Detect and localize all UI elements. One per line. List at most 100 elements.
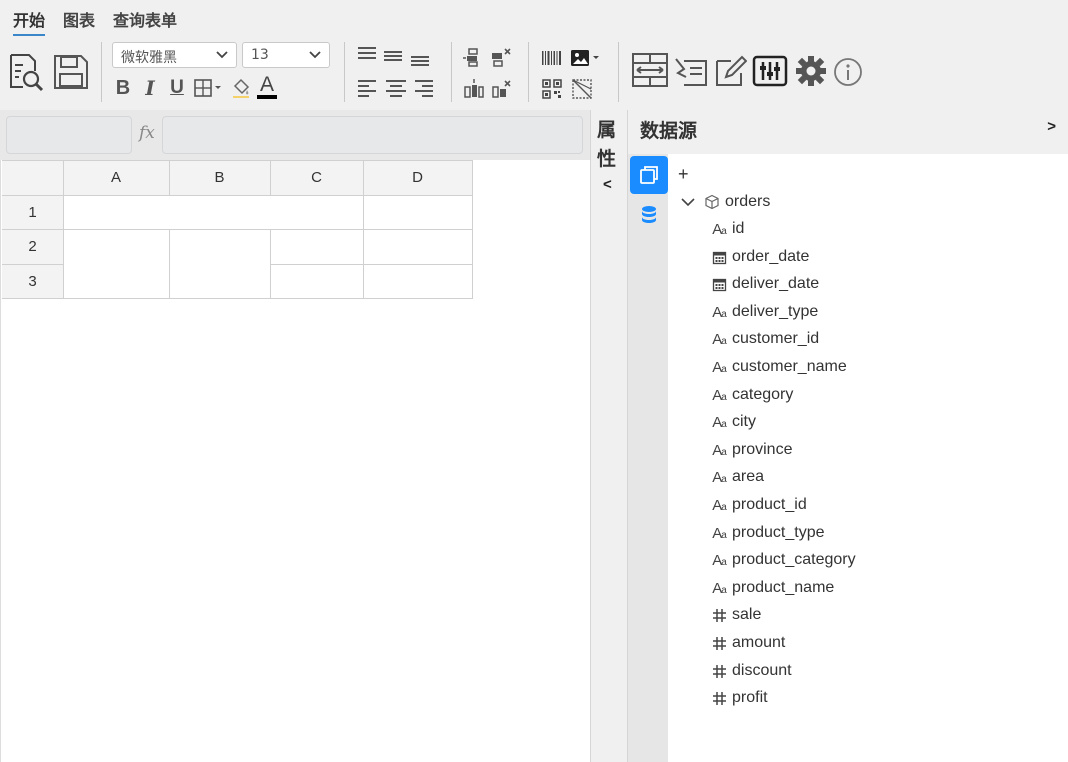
field-item-deliver-type[interactable]: Aa deliver_type	[711, 300, 818, 324]
dataset-tree: + orders Aa id order_date deliver_date Aa del…	[668, 154, 1068, 762]
field-item-customer-id[interactable]: Aa customer_id	[711, 327, 819, 351]
field-item-id[interactable]: Aa id	[711, 217, 744, 241]
tab-start[interactable]: 开始	[13, 7, 46, 37]
field-item-product-id[interactable]: Aa product_id	[711, 493, 807, 517]
insert-row-button[interactable]	[462, 46, 486, 68]
dataset-name: orders	[725, 193, 771, 210]
insert-column-icon	[464, 79, 484, 98]
field-item-product-category[interactable]: Aa product_category	[711, 548, 855, 572]
field-name: deliver_type	[732, 303, 819, 320]
column-header-b[interactable]: B	[169, 160, 270, 195]
cell-d1[interactable]	[363, 195, 472, 229]
spreadsheet-grid[interactable]: A B C D 1 2 3	[0, 160, 590, 762]
menu-bar: 开始 图表 查询表单	[0, 0, 1068, 37]
save-button[interactable]	[51, 50, 91, 94]
save-icon	[54, 55, 88, 89]
tab-chart[interactable]: 图表	[63, 7, 95, 31]
delete-row-button[interactable]	[489, 46, 513, 68]
hash-icon	[711, 635, 727, 651]
info-button[interactable]	[832, 56, 864, 88]
barcode-button[interactable]	[540, 48, 564, 68]
delete-column-button[interactable]	[489, 78, 513, 100]
slash-header-button[interactable]	[570, 78, 594, 100]
font-size-select[interactable]: 13	[242, 42, 330, 68]
hash-icon	[711, 607, 727, 623]
field-item-profit[interactable]: profit	[711, 686, 768, 710]
bold-button[interactable]: B	[112, 76, 134, 100]
tab-query-form[interactable]: 查询表单	[113, 7, 177, 31]
cell-d3[interactable]	[363, 264, 472, 298]
field-item-order-date[interactable]: order_date	[711, 245, 809, 269]
field-item-product-type[interactable]: Aa product_type	[711, 521, 824, 545]
field-item-area[interactable]: Aa area	[711, 465, 764, 489]
field-item-discount[interactable]: discount	[711, 659, 792, 683]
font-family-select[interactable]: 微软雅黑	[112, 42, 237, 68]
align-center-button[interactable]	[384, 78, 408, 98]
chevron-down-icon[interactable]	[680, 194, 696, 210]
row-header-1[interactable]: 1	[2, 195, 63, 229]
add-dataset-button[interactable]: +	[678, 164, 689, 185]
formula-input[interactable]	[162, 116, 583, 154]
align-bottom-button[interactable]	[409, 50, 431, 68]
cell-name-box[interactable]	[6, 116, 132, 154]
column-header-a[interactable]: A	[63, 160, 169, 195]
field-item-category[interactable]: Aa category	[711, 383, 793, 407]
column-width-button[interactable]	[630, 50, 670, 90]
insert-column-button[interactable]	[462, 78, 486, 100]
database-tab-button[interactable]	[630, 196, 668, 234]
text-type-icon: Aa	[712, 330, 726, 348]
column-header-d[interactable]: D	[363, 160, 472, 195]
dataset-tab-button[interactable]	[630, 156, 668, 194]
font-color-swatch	[257, 95, 277, 99]
table-resize-icon	[632, 53, 668, 87]
import-button[interactable]	[674, 52, 710, 90]
row-header-2[interactable]: 2	[2, 229, 63, 264]
qrcode-button[interactable]	[540, 78, 564, 100]
field-item-product-name[interactable]: Aa product_name	[711, 576, 834, 600]
align-center-icon	[386, 80, 406, 97]
copy-icon	[640, 166, 658, 184]
text-type-icon: Aa	[712, 386, 726, 404]
align-right-button[interactable]	[413, 78, 435, 98]
cell-a2-a3-merged[interactable]	[63, 229, 169, 298]
chevron-down-icon	[216, 51, 228, 59]
cell-a1-c1-merged[interactable]	[63, 195, 363, 229]
fill-color-button[interactable]	[230, 76, 252, 100]
border-button[interactable]	[193, 77, 225, 99]
column-header-c[interactable]: C	[270, 160, 363, 195]
field-item-province[interactable]: Aa province	[711, 438, 792, 462]
cell-c2[interactable]	[270, 229, 363, 264]
image-button[interactable]	[570, 47, 602, 69]
edit-button[interactable]	[713, 52, 747, 90]
cell-c3[interactable]	[270, 264, 363, 298]
field-item-customer-name[interactable]: Aa customer_name	[711, 355, 847, 379]
font-family-value: 微软雅黑	[121, 50, 177, 66]
field-name: deliver_date	[732, 275, 820, 292]
database-icon	[642, 206, 656, 223]
field-item-amount[interactable]: amount	[711, 631, 785, 655]
properties-toggle-button[interactable]: <	[603, 176, 612, 193]
gear-button[interactable]	[794, 54, 828, 88]
align-left-button[interactable]	[356, 78, 378, 98]
align-top-button[interactable]	[356, 45, 378, 63]
data-source-title: 数据源	[640, 120, 698, 142]
field-item-sale[interactable]: sale	[711, 603, 761, 627]
settings-panel-button[interactable]	[751, 52, 789, 90]
cell-b2-b3-merged[interactable]	[169, 229, 270, 298]
align-bottom-icon	[411, 56, 429, 66]
data-source-expand-button[interactable]: >	[1047, 118, 1056, 135]
cell-d2[interactable]	[363, 229, 472, 264]
align-middle-button[interactable]	[382, 47, 404, 65]
underline-button[interactable]: U	[166, 76, 188, 100]
italic-button[interactable]: I	[139, 76, 161, 100]
properties-title: 属性	[597, 119, 617, 170]
corner-cell[interactable]	[2, 160, 63, 195]
toolbar: 微软雅黑 13 B I U A	[0, 36, 1068, 110]
font-color-button[interactable]: A	[256, 74, 278, 100]
tree-node-orders[interactable]: orders	[680, 190, 770, 214]
properties-panel-collapsed: 属性 <	[590, 110, 628, 762]
row-header-3[interactable]: 3	[2, 264, 63, 298]
field-item-city[interactable]: Aa city	[711, 410, 756, 434]
preview-button[interactable]	[6, 50, 46, 94]
field-item-deliver-date[interactable]: deliver_date	[711, 272, 819, 296]
